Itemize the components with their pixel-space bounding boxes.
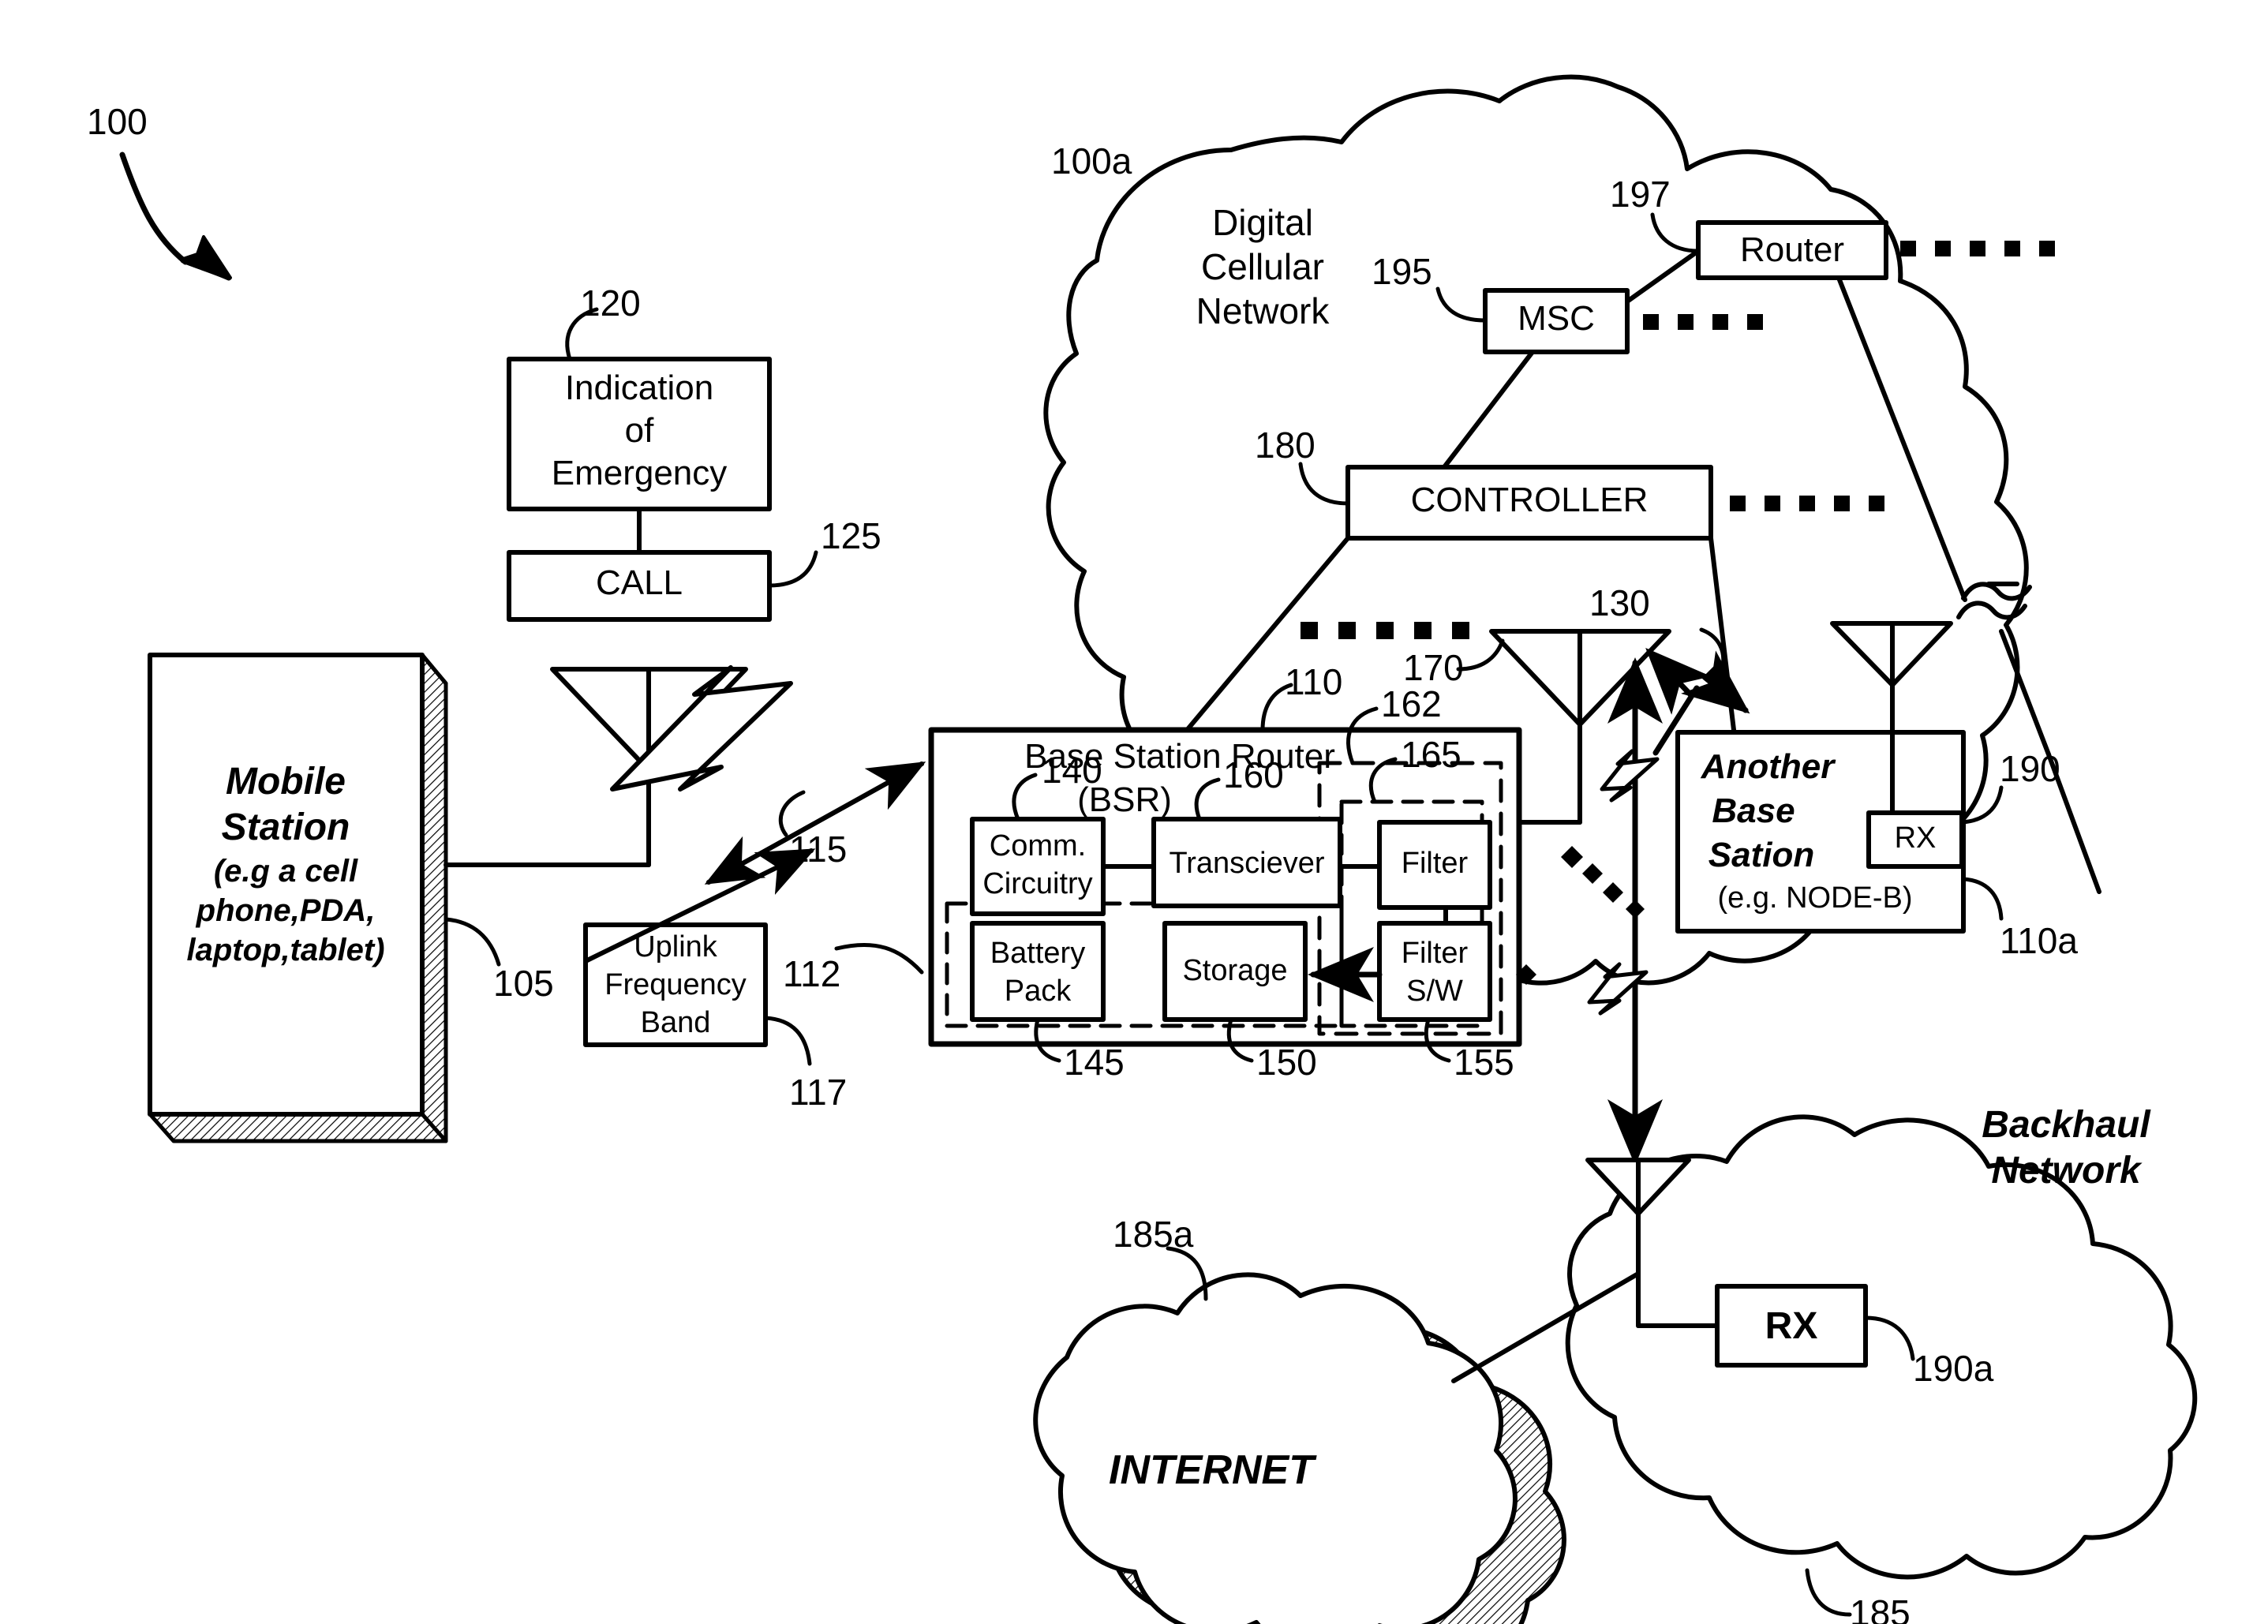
another-bs-rx-label: RX: [1894, 821, 1937, 855]
ref-165: 165: [1401, 734, 1461, 775]
ref-115: 115: [789, 829, 848, 870]
comm-circuitry-line1: Comm.: [989, 829, 1087, 863]
backhaul-rx-label: RX: [1765, 1305, 1818, 1347]
router-box-label: Router: [1739, 230, 1845, 269]
filter-sw-line1: Filter: [1401, 937, 1469, 970]
comm-circuitry-line2: Circuitry: [982, 867, 1093, 900]
another-bs-line1: Another: [1701, 747, 1835, 786]
uplink-band-line3: Band: [640, 1006, 711, 1039]
ref-162: 162: [1381, 683, 1442, 724]
indication-of-emergency-line2: of: [624, 411, 654, 450]
ref-190: 190: [2000, 748, 2060, 789]
ref-130: 130: [1589, 582, 1650, 623]
ref-185a: 185a: [1113, 1214, 1194, 1255]
cloud-label-dcn-line2: Cellular: [1201, 246, 1324, 287]
ref-155: 155: [1454, 1042, 1514, 1083]
mobile-station-sub-line3: laptop,tablet): [186, 933, 385, 967]
backhaul-cloud-line1: Backhaul: [1982, 1104, 2150, 1146]
bsr-title: Base Station Router: [1024, 737, 1335, 776]
another-bs-line2: Base: [1712, 791, 1795, 830]
msc-box-label: MSC: [1518, 299, 1595, 338]
ref-195: 195: [1372, 251, 1432, 292]
ref-170: 170: [1403, 647, 1464, 688]
internet-cloud-label: INTERNET: [1109, 1447, 1314, 1493]
filter-sw-line2: S/W: [1406, 975, 1463, 1008]
ref-125: 125: [821, 515, 881, 556]
ref-145: 145: [1064, 1042, 1125, 1083]
ref-117: 117: [789, 1072, 848, 1113]
uplink-band-line1: Uplink: [634, 930, 717, 964]
battery-pack-line1: Battery: [990, 937, 1086, 970]
ref-185: 185: [1850, 1592, 1911, 1624]
controller-box-label: CONTROLLER: [1410, 481, 1649, 519]
ref-197: 197: [1610, 174, 1671, 215]
mobile-station-title-line2: Station: [221, 806, 350, 848]
ref-105: 105: [493, 963, 554, 1004]
another-bs-line3: Sation: [1708, 836, 1815, 874]
ref-100: 100: [87, 101, 148, 142]
ref-110a: 110a: [2000, 920, 2078, 961]
ref-150: 150: [1256, 1042, 1317, 1083]
ref-190a: 190a: [1913, 1348, 1994, 1389]
indication-of-emergency-line3: Emergency: [551, 454, 728, 492]
storage-label: Storage: [1182, 954, 1288, 987]
ref-112: 112: [783, 953, 841, 994]
call-box-label: CALL: [595, 563, 683, 602]
another-bs-line4: (e.g. NODE-B): [1717, 881, 1913, 915]
transceiver-label: Transciever: [1169, 847, 1325, 880]
patent-figure-canvas: 100 100a 120 125 197 195 180 130 170 110…: [0, 0, 2268, 1624]
indication-of-emergency-line1: Indication: [564, 369, 714, 407]
mobile-station-sub-line2: phone,PDA,: [196, 893, 376, 928]
uplink-band-line2: Frequency: [604, 968, 747, 1001]
ref-100a: 100a: [1051, 140, 1132, 181]
mobile-station-title-line1: Mobile: [226, 761, 346, 803]
ref-120: 120: [580, 283, 641, 324]
battery-pack-line2: Pack: [1004, 975, 1072, 1008]
bsr-subtitle: (BSR): [1077, 780, 1172, 819]
filter-label: Filter: [1401, 847, 1469, 880]
ref-180: 180: [1255, 425, 1316, 466]
backhaul-cloud-line2: Network: [1991, 1150, 2141, 1192]
cloud-label-dcn-line1: Digital: [1212, 202, 1313, 243]
cloud-label-dcn-line3: Network: [1196, 290, 1330, 331]
mobile-station-sub-line1: (e.g a cell: [213, 854, 358, 889]
ref-110: 110: [1285, 661, 1343, 702]
